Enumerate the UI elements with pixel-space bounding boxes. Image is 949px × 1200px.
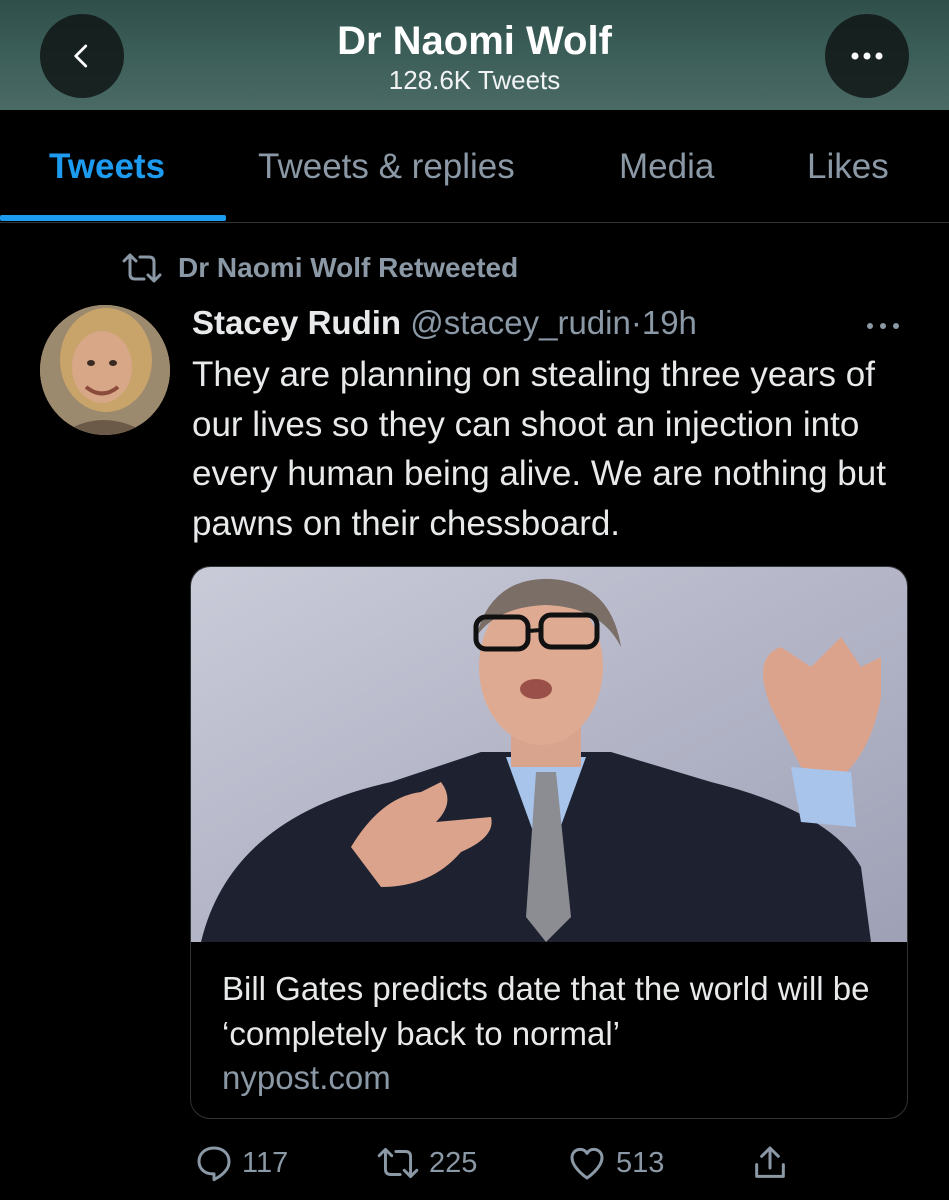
retweet-button[interactable]: 225 bbox=[375, 1140, 477, 1186]
profile-header: Dr Naomi Wolf 128.6K Tweets bbox=[0, 0, 949, 110]
retweet-count: 225 bbox=[429, 1146, 478, 1179]
tab-tweets[interactable]: Tweets bbox=[49, 146, 165, 188]
tab-likes[interactable]: Likes bbox=[807, 146, 889, 188]
tweet-more-button[interactable] bbox=[865, 318, 901, 336]
separator-dot: · bbox=[630, 304, 642, 341]
card-image bbox=[191, 567, 907, 942]
profile-name: Dr Naomi Wolf bbox=[337, 19, 612, 63]
reply-button[interactable]: 117 bbox=[194, 1140, 288, 1186]
retweet-label: Dr Naomi Wolf Retweeted bbox=[178, 252, 519, 283]
author-name[interactable]: Stacey Rudin bbox=[192, 304, 401, 341]
tweet-timestamp[interactable]: 19h bbox=[642, 304, 697, 341]
more-icon bbox=[867, 323, 899, 329]
more-options-button[interactable] bbox=[825, 14, 909, 98]
tab-media[interactable]: Media bbox=[619, 146, 714, 188]
author-handle[interactable]: @stacey_rudin bbox=[410, 304, 631, 341]
tweet-count: 128.6K Tweets bbox=[388, 65, 561, 95]
retweet-context[interactable]: Dr Naomi Wolf Retweeted bbox=[120, 248, 518, 288]
more-icon bbox=[851, 52, 883, 60]
link-card[interactable]: Bill Gates predicts date that the world … bbox=[190, 566, 908, 1119]
reply-count: 117 bbox=[242, 1146, 289, 1179]
retweet-icon bbox=[122, 253, 162, 283]
tab-tweets-and-replies[interactable]: Tweets & replies bbox=[258, 146, 515, 188]
share-button[interactable] bbox=[750, 1140, 790, 1186]
card-title: Bill Gates predicts date that the world … bbox=[222, 970, 870, 1052]
profile-tabs: Tweets Tweets & replies Media Likes bbox=[0, 110, 949, 223]
like-button[interactable]: 513 bbox=[566, 1140, 664, 1186]
card-domain: nypost.com bbox=[222, 1059, 391, 1096]
heart-icon bbox=[570, 1147, 604, 1180]
reply-icon bbox=[197, 1146, 231, 1182]
avatar[interactable] bbox=[40, 305, 170, 435]
tweet-header: Stacey Rudin @stacey_rudin·19h bbox=[192, 300, 912, 346]
tweet-text: They are planning on stealing three year… bbox=[192, 355, 886, 543]
retweet-icon bbox=[377, 1147, 419, 1179]
share-icon bbox=[755, 1146, 785, 1178]
active-tab-indicator bbox=[0, 215, 226, 221]
like-count: 513 bbox=[616, 1146, 665, 1179]
